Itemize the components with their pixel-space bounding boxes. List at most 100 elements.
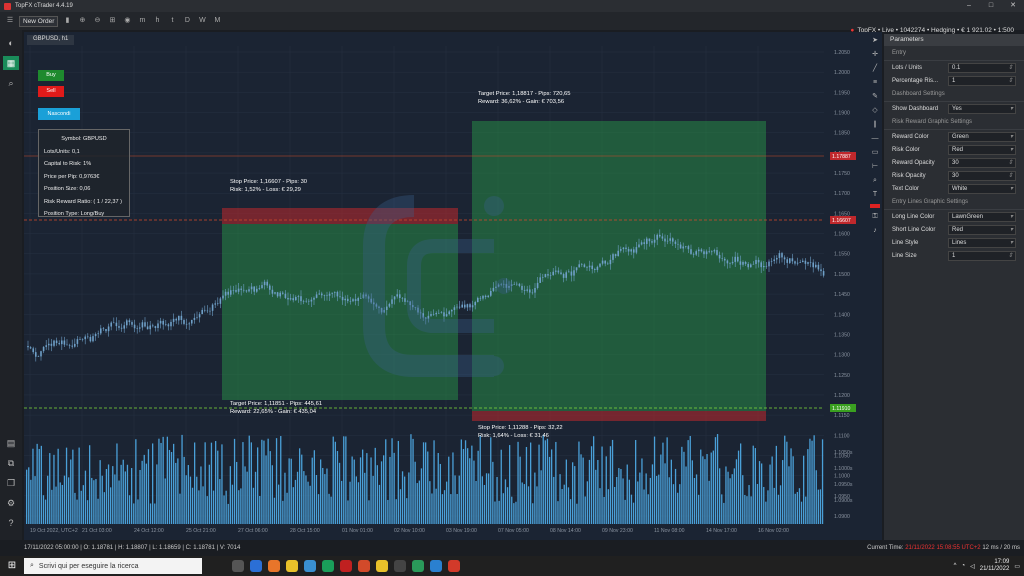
app-icon[interactable]: [412, 560, 424, 572]
new-order-button[interactable]: New Order: [19, 15, 59, 27]
hide-dashboard-button[interactable]: Nascondi: [38, 108, 80, 120]
param-pct-input[interactable]: 1 ⇕: [948, 75, 1016, 86]
zoom-out-icon[interactable]: ⊖: [91, 15, 103, 27]
eye-icon[interactable]: ◉: [121, 15, 133, 27]
param-style-select[interactable]: Lines ▾: [948, 237, 1016, 248]
param-risk-color[interactable]: Risk Color Red ▾: [884, 143, 1024, 156]
param-show-dashboard[interactable]: Show Dashboard Yes ▾: [884, 102, 1024, 115]
hline-icon[interactable]: ―: [870, 134, 880, 144]
layers-icon[interactable]: ❐: [3, 476, 19, 490]
param-line-style[interactable]: Line Style Lines ▾: [884, 236, 1024, 249]
app-icon[interactable]: [340, 560, 352, 572]
trendline-icon[interactable]: ╱: [870, 64, 880, 74]
chart-tab[interactable]: GBPUSD, h1: [27, 35, 75, 45]
volume-icon[interactable]: ◁: [970, 563, 975, 570]
param-line-size[interactable]: Line Size 1 ⇕: [884, 249, 1024, 262]
param-short-line[interactable]: Short Line Color Red ▾: [884, 223, 1024, 236]
lock-icon[interactable]: ⚿: [870, 212, 880, 222]
tf-day-icon[interactable]: D: [181, 15, 193, 27]
maximize-button[interactable]: □: [980, 0, 1002, 12]
sell-button[interactable]: Sell: [38, 86, 64, 97]
stepper-icon[interactable]: ⇕: [1008, 172, 1013, 180]
pencil-icon[interactable]: ✎: [870, 92, 880, 102]
edge-icon[interactable]: [250, 560, 262, 572]
color-icon[interactable]: [870, 204, 880, 208]
tf-month-icon[interactable]: M: [211, 15, 223, 27]
channel-icon[interactable]: ∥: [870, 120, 880, 130]
param-size-input[interactable]: 1 ⇕: [948, 250, 1016, 261]
fib-icon[interactable]: ≡: [870, 78, 880, 88]
explorer-icon[interactable]: [286, 560, 298, 572]
buy-button[interactable]: Buy: [38, 70, 64, 81]
app-icon[interactable]: [376, 560, 388, 572]
chevron-down-icon[interactable]: ▾: [1010, 226, 1013, 234]
param-text-color-select[interactable]: White ▾: [948, 183, 1016, 194]
close-button[interactable]: ✕: [1002, 0, 1024, 12]
chevron-down-icon[interactable]: ▾: [1010, 105, 1013, 113]
copy-icon[interactable]: ⧉: [3, 456, 19, 470]
comment-icon[interactable]: ▭: [870, 148, 880, 158]
param-reward-opacity-input[interactable]: 30 ⇕: [948, 157, 1016, 168]
chrome-icon[interactable]: [304, 560, 316, 572]
minimize-button[interactable]: –: [958, 0, 980, 12]
app-icon[interactable]: [430, 560, 442, 572]
param-show-select[interactable]: Yes ▾: [948, 103, 1016, 114]
stepper-icon[interactable]: ⇕: [1008, 64, 1013, 72]
bell-icon[interactable]: ♪: [870, 226, 880, 236]
param-lots[interactable]: Lots / Units 0.1 ⇕: [884, 61, 1024, 74]
tf-hour-icon[interactable]: h: [151, 15, 163, 27]
chevron-down-icon[interactable]: ▾: [1010, 146, 1013, 154]
grid-icon[interactable]: ⊞: [106, 15, 118, 27]
cursor-icon[interactable]: ➤: [870, 36, 880, 46]
param-risk-opacity-input[interactable]: 30 ⇕: [948, 170, 1016, 181]
param-risk-opacity[interactable]: Risk Opacity 30 ⇕: [884, 169, 1024, 182]
param-reward-color[interactable]: Reward Color Green ▾: [884, 130, 1024, 143]
help-icon[interactable]: ?: [3, 516, 19, 530]
app-icon[interactable]: [322, 560, 334, 572]
zoom-icon[interactable]: ⌕: [870, 176, 880, 186]
shapes-icon[interactable]: ◇: [870, 106, 880, 116]
ruler-icon[interactable]: ⊢: [870, 162, 880, 172]
param-short-select[interactable]: Red ▾: [948, 224, 1016, 235]
gear-icon[interactable]: ⚙: [3, 496, 19, 510]
ctrader-icon[interactable]: [448, 560, 460, 572]
param-pct[interactable]: Percentage Ris... 1 ⇕: [884, 74, 1024, 87]
param-long-line[interactable]: Long Line Color LawnGreen ▾: [884, 210, 1024, 223]
crosshair-icon[interactable]: ✛: [870, 50, 880, 60]
menu-icon[interactable]: ☰: [4, 15, 16, 27]
chevron-up-icon[interactable]: ^: [954, 563, 957, 569]
search-icon[interactable]: ⌕: [3, 76, 19, 90]
stepper-icon[interactable]: ⇕: [1008, 252, 1013, 260]
portfolio-icon[interactable]: ▤: [3, 436, 19, 450]
chevron-down-icon[interactable]: ▾: [1010, 239, 1013, 247]
notifications-icon[interactable]: ▭: [1014, 563, 1020, 570]
trade-icon[interactable]: ◐: [3, 36, 19, 50]
stepper-icon[interactable]: ⇕: [1008, 159, 1013, 167]
firefox-icon[interactable]: [268, 560, 280, 572]
param-reward-color-select[interactable]: Green ▾: [948, 131, 1016, 142]
zoom-in-icon[interactable]: ⊕: [76, 15, 88, 27]
app-icon[interactable]: [358, 560, 370, 572]
windows-start-icon[interactable]: ⊞: [0, 556, 24, 576]
param-risk-color-select[interactable]: Red ▾: [948, 144, 1016, 155]
chevron-down-icon[interactable]: ▾: [1010, 185, 1013, 193]
app-icon[interactable]: [394, 560, 406, 572]
price-chart[interactable]: 1.20501.20001.19501.19001.18501.18001.17…: [24, 46, 882, 540]
chart-icon[interactable]: ▦: [3, 56, 19, 70]
tf-week-icon[interactable]: W: [196, 15, 208, 27]
param-long-select[interactable]: LawnGreen ▾: [948, 211, 1016, 222]
param-lots-input[interactable]: 0.1 ⇕: [948, 62, 1016, 73]
clock[interactable]: 17:09 21/11/2022: [980, 559, 1010, 573]
stepper-icon[interactable]: ⇕: [1008, 77, 1013, 85]
taskbar-search[interactable]: ⌕ Scrivi qui per eseguire la ricerca: [24, 558, 202, 574]
text-icon[interactable]: T: [870, 190, 880, 200]
task-view-icon[interactable]: [232, 560, 244, 572]
chart-type-icon[interactable]: ▮: [61, 15, 73, 27]
param-text-color[interactable]: Text Color White ▾: [884, 182, 1024, 195]
chevron-down-icon[interactable]: ▾: [1010, 133, 1013, 141]
param-reward-opacity[interactable]: Reward Opacity 30 ⇕: [884, 156, 1024, 169]
chevron-down-icon[interactable]: ▾: [1010, 213, 1013, 221]
tf-tick-icon[interactable]: t: [166, 15, 178, 27]
network-icon[interactable]: ◔: [961, 563, 965, 569]
tf-minute-icon[interactable]: m: [136, 15, 148, 27]
